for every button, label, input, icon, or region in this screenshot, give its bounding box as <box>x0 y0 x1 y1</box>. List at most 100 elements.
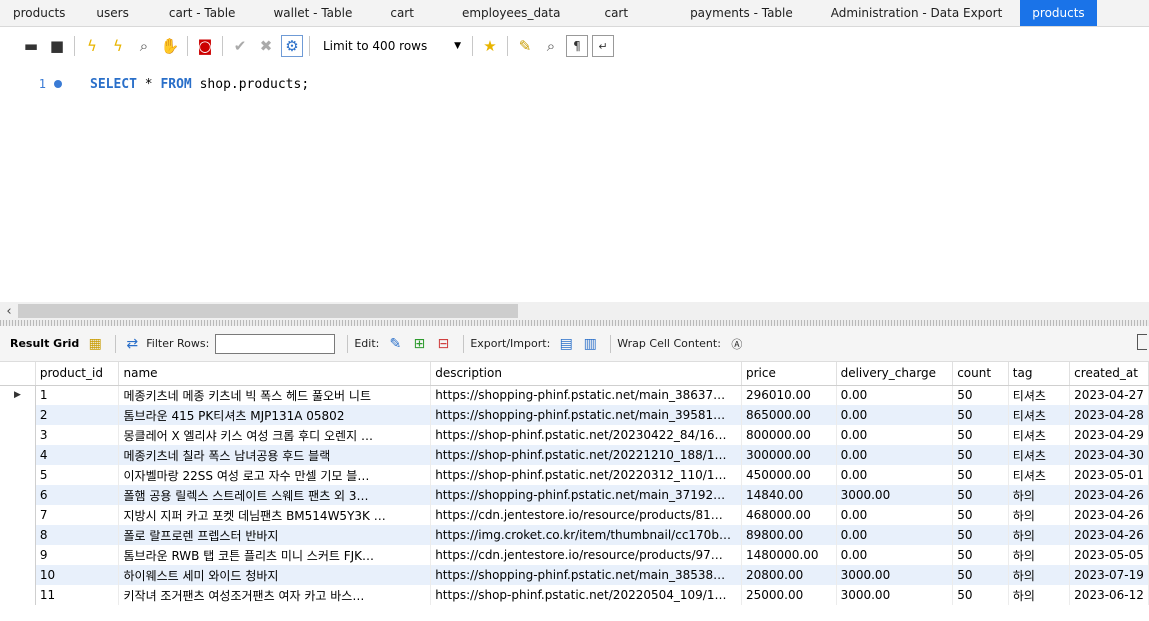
table-cell-price[interactable]: 865000.00 <box>741 405 837 425</box>
table-cell-tag[interactable]: 하의 <box>1008 545 1071 565</box>
editor-horizontal-scrollbar[interactable]: ‹ <box>0 302 1149 320</box>
table-row[interactable]: 6 폴햄 공용 릴렉스 스트레이트 스웨트 팬츠 외 3… https://shop… <box>0 485 1149 505</box>
editor-line[interactable]: 1 SELECT * FROM shop.products; <box>0 75 309 93</box>
column-header[interactable]: price <box>741 362 837 386</box>
table-cell-delivery-charge[interactable]: 0.00 <box>836 465 954 485</box>
table-cell-name[interactable]: 폴로 랄프로렌 프렙스터 반바지 <box>118 525 432 545</box>
save-icon[interactable]: ■ <box>46 35 68 57</box>
table-cell-count[interactable]: 50 <box>952 485 1009 505</box>
execute-lightning-icon[interactable]: ϟ <box>81 35 103 57</box>
table-cell-description[interactable]: https://shop-phinf.pstatic.net/20220312_… <box>430 465 742 485</box>
table-cell-price[interactable]: 300000.00 <box>741 445 837 465</box>
column-header[interactable]: created_at <box>1069 362 1149 386</box>
table-cell-tag[interactable]: 티셔츠 <box>1008 405 1071 425</box>
tab-products[interactable]: products <box>0 0 78 26</box>
table-cell-delivery-charge[interactable]: 3000.00 <box>836 585 954 605</box>
table-cell-tag[interactable]: 티셔츠 <box>1008 465 1071 485</box>
row-marker[interactable] <box>0 485 36 505</box>
table-cell-description[interactable]: https://shop-phinf.pstatic.net/20230422_… <box>430 425 742 445</box>
table-cell-delivery-charge[interactable]: 0.00 <box>836 545 954 565</box>
table-cell-created-at[interactable]: 2023-04-26 <box>1069 525 1149 545</box>
table-cell-product-id[interactable]: 4 <box>35 445 120 465</box>
table-cell-created-at[interactable]: 2023-04-26 <box>1069 485 1149 505</box>
table-cell-description[interactable]: https://shopping-phinf.pstatic.net/main_… <box>430 385 742 405</box>
table-cell-delivery-charge[interactable]: 0.00 <box>836 505 954 525</box>
tab-cart-2[interactable]: cart <box>592 0 676 26</box>
limit-rows-select[interactable]: Limit to 400 rows ▼ <box>316 35 466 57</box>
autocommit-toggle-icon[interactable]: ⚙ <box>281 35 303 57</box>
table-row[interactable]: 4 메종키츠네 칠라 폭스 남녀공용 후드 블랙 https://shop-phin… <box>0 445 1149 465</box>
table-cell-price[interactable]: 800000.00 <box>741 425 837 445</box>
table-cell-price[interactable]: 20800.00 <box>741 565 837 585</box>
table-cell-count[interactable]: 50 <box>952 545 1009 565</box>
table-cell-product-id[interactable]: 3 <box>35 425 120 445</box>
stop-icon[interactable]: ✋ <box>159 35 181 57</box>
column-header[interactable]: tag <box>1008 362 1071 386</box>
table-cell-name[interactable]: 메종키츠네 메종 키츠네 빅 폭스 헤드 풀오버 니트 <box>118 385 432 405</box>
table-cell-delivery-charge[interactable]: 0.00 <box>836 425 954 445</box>
table-cell-price[interactable]: 468000.00 <box>741 505 837 525</box>
table-cell-name[interactable]: 메종키츠네 칠라 폭스 남녀공용 후드 블랙 <box>118 445 432 465</box>
table-cell-description[interactable]: https://img.croket.co.kr/item/thumbnail/… <box>430 525 742 545</box>
table-cell-count[interactable]: 50 <box>952 525 1009 545</box>
column-header[interactable]: description <box>430 362 742 386</box>
toggle-continue-on-error-icon[interactable]: ◙ <box>194 35 216 57</box>
table-row[interactable]: 7 지방시 지퍼 카고 포켓 데님팬츠 BM514W5Y3K … https://c… <box>0 505 1149 525</box>
table-cell-name[interactable]: 몽클레어 X 엘리샤 키스 여성 크롭 후디 오렌지 … <box>118 425 432 445</box>
table-cell-tag[interactable]: 하의 <box>1008 585 1071 605</box>
table-cell-product-id[interactable]: 11 <box>35 585 120 605</box>
table-cell-count[interactable]: 50 <box>952 425 1009 445</box>
row-marker[interactable] <box>0 565 36 585</box>
table-cell-price[interactable]: 14840.00 <box>741 485 837 505</box>
table-cell-count[interactable]: 50 <box>952 565 1009 585</box>
table-cell-product-id[interactable]: 6 <box>35 485 120 505</box>
table-cell-tag[interactable]: 티셔츠 <box>1008 385 1071 405</box>
row-marker[interactable] <box>0 445 36 465</box>
row-marker[interactable]: ▶ <box>0 385 36 405</box>
sql-editor[interactable]: 1 SELECT * FROM shop.products; <box>0 65 1149 300</box>
table-cell-product-id[interactable]: 9 <box>35 545 120 565</box>
column-header[interactable]: name <box>118 362 432 386</box>
explain-magnifier-icon[interactable]: ⌕ <box>133 35 155 57</box>
table-cell-count[interactable]: 50 <box>952 445 1009 465</box>
tab-payments-table[interactable]: payments - Table <box>676 0 813 26</box>
sql-statement[interactable]: SELECT * FROM shop.products; <box>90 77 309 92</box>
row-marker[interactable] <box>0 585 36 605</box>
table-cell-created-at[interactable]: 2023-05-01 <box>1069 465 1149 485</box>
row-marker[interactable] <box>0 465 36 485</box>
table-row[interactable]: 8 폴로 랄프로렌 프렙스터 반바지 https://img.croket.co.k… <box>0 525 1149 545</box>
insert-row-icon[interactable]: ⊞ <box>409 334 429 354</box>
table-cell-name[interactable]: 폴햄 공용 릴렉스 스트레이트 스웨트 팬츠 외 3… <box>118 485 432 505</box>
table-cell-count[interactable]: 50 <box>952 385 1009 405</box>
table-cell-product-id[interactable]: 7 <box>35 505 120 525</box>
table-cell-description[interactable]: https://cdn.jentestore.io/resource/produ… <box>430 545 742 565</box>
table-row[interactable]: 2 톰브라운 415 PK티셔츠 MJP131A 05802 https://sho… <box>0 405 1149 425</box>
table-cell-delivery-charge[interactable]: 3000.00 <box>836 485 954 505</box>
commit-icon[interactable]: ✔ <box>229 35 251 57</box>
table-cell-created-at[interactable]: 2023-04-27 <box>1069 385 1149 405</box>
row-marker[interactable] <box>0 425 36 445</box>
result-grid-label[interactable]: Result Grid <box>10 337 79 350</box>
open-folder-icon[interactable]: ▬ <box>20 35 42 57</box>
row-marker[interactable] <box>0 525 36 545</box>
row-marker[interactable] <box>0 405 36 425</box>
execute-current-statement-icon[interactable]: ϟ <box>107 35 129 57</box>
row-marker[interactable] <box>0 545 36 565</box>
table-cell-tag[interactable]: 하의 <box>1008 505 1071 525</box>
table-cell-price[interactable]: 450000.00 <box>741 465 837 485</box>
table-cell-description[interactable]: https://cdn.jentestore.io/resource/produ… <box>430 505 742 525</box>
table-cell-delivery-charge[interactable]: 0.00 <box>836 405 954 425</box>
add-snippet-star-icon[interactable]: ★ <box>479 35 501 57</box>
column-header[interactable]: count <box>952 362 1009 386</box>
panel-toggle-icon[interactable] <box>1137 334 1147 350</box>
column-header[interactable]: product_id <box>35 362 120 386</box>
table-cell-delivery-charge[interactable]: 0.00 <box>836 445 954 465</box>
table-row[interactable]: 10 하이웨스트 세미 와이드 청바지 https://shopping-phinf… <box>0 565 1149 585</box>
tab-cart[interactable]: cart <box>368 0 452 26</box>
table-cell-product-id[interactable]: 8 <box>35 525 120 545</box>
table-cell-description[interactable]: https://shopping-phinf.pstatic.net/main_… <box>430 405 742 425</box>
table-cell-created-at[interactable]: 2023-06-12 <box>1069 585 1149 605</box>
tab-products-active[interactable]: products <box>1020 0 1097 26</box>
table-cell-price[interactable]: 1480000.00 <box>741 545 837 565</box>
row-marker[interactable] <box>0 505 36 525</box>
